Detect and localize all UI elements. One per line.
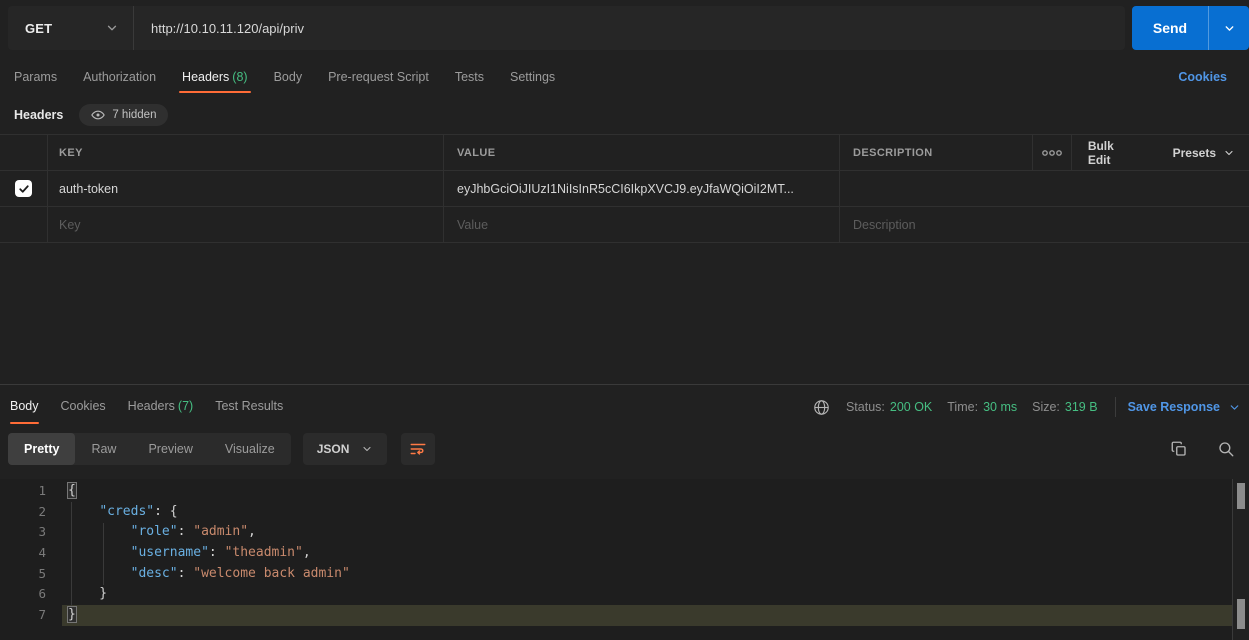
value-placeholder-input[interactable]: Value [457, 218, 488, 232]
select-all-cell [0, 135, 48, 170]
wrap-lines-button[interactable] [401, 433, 435, 465]
response-tab-cookies[interactable]: Cookies [61, 390, 106, 424]
line-number: 3 [0, 522, 46, 543]
headers-section-title: Headers [14, 108, 63, 122]
response-tab-headers[interactable]: Headers(7) [128, 390, 194, 424]
postman-window: GET http://10.10.11.120/api/priv Send Pa… [0, 0, 1249, 640]
method-label: GET [25, 21, 52, 36]
view-tab-preview[interactable]: Preview [132, 433, 208, 465]
column-header-key: KEY [59, 147, 83, 159]
header-row-empty: Key Value Description [0, 207, 1249, 243]
eye-icon [91, 108, 105, 122]
scrollbar-thumb[interactable] [1237, 599, 1245, 629]
column-header-description: DESCRIPTION [853, 147, 933, 159]
row-checkbox-checked[interactable] [15, 180, 32, 197]
line-number: 6 [0, 584, 46, 605]
code-line-2: 2 "creds": { [0, 502, 1233, 523]
response-body-editor[interactable]: 1{2 "creds": {3 "role": "admin",4 "usern… [0, 479, 1233, 640]
request-tab-params[interactable]: Params [14, 62, 57, 93]
line-number: 4 [0, 543, 46, 564]
url-input[interactable]: http://10.10.11.120/api/priv [134, 6, 1125, 50]
chevron-down-icon [361, 443, 373, 455]
scrollbar[interactable] [1232, 479, 1249, 640]
network-globe-icon[interactable] [813, 399, 830, 416]
code-line-6: 6 } [0, 584, 1233, 605]
text-wrap-icon [409, 440, 427, 458]
search-icon[interactable] [1217, 440, 1235, 458]
scrollbar-thumb[interactable] [1237, 483, 1245, 509]
view-tab-visualize[interactable]: Visualize [209, 433, 291, 465]
bulk-edit-button[interactable]: Bulk Edit [1072, 135, 1151, 170]
send-button-group: Send [1132, 6, 1249, 50]
request-tab-body[interactable]: Body [274, 62, 303, 93]
chevron-down-icon [1223, 147, 1235, 159]
time-label: Time: [947, 400, 978, 414]
send-options-button[interactable] [1209, 6, 1249, 50]
response-tab-body[interactable]: Body [10, 390, 39, 424]
response-view-switcher: PrettyRawPreviewVisualize [8, 433, 291, 465]
response-toolbar: PrettyRawPreviewVisualize JSON [8, 433, 1235, 465]
size-label: Size: [1032, 400, 1060, 414]
request-tab-headers[interactable]: Headers(8) [182, 62, 248, 93]
response-tabs: Body Cookies Headers(7) Test Results [0, 390, 283, 424]
size-value: 319 B [1065, 400, 1098, 414]
view-tab-pretty[interactable]: Pretty [8, 433, 75, 465]
meta-divider [1115, 397, 1116, 417]
line-number: 7 [0, 605, 46, 626]
format-label: JSON [317, 442, 350, 456]
send-button[interactable]: Send [1132, 6, 1208, 50]
indent-guide [71, 502, 72, 606]
response-meta-bar: Status: 200 OK Time: 30 ms Size: 319 B S… [813, 390, 1241, 424]
request-tab-authorization[interactable]: Authorization [83, 62, 156, 93]
response-panel: Body Cookies Headers(7) Test Results Status… [0, 384, 1249, 640]
chevron-down-icon [1223, 22, 1236, 35]
view-tab-raw[interactable]: Raw [75, 433, 132, 465]
presets-label: Presets [1173, 146, 1216, 160]
request-tabs: Params Authorization Headers(8) Body Pre-req… [0, 62, 1249, 93]
presets-dropdown[interactable]: Presets [1159, 135, 1249, 170]
chevron-down-icon [105, 21, 119, 35]
code-line-5: 5 "desc": "welcome back admin" [0, 564, 1233, 585]
request-tab-tests[interactable]: Tests [455, 62, 484, 93]
save-response-label: Save Response [1128, 400, 1220, 414]
line-number: 1 [0, 481, 46, 502]
code-line-7: 7} [0, 605, 1233, 626]
chevron-down-icon [1228, 401, 1241, 414]
headers-table: KEY VALUE DESCRIPTION Bulk Edit Presets [0, 134, 1249, 243]
code-line-1: 1{ [0, 481, 1233, 502]
cookies-link[interactable]: Cookies [1178, 62, 1227, 92]
time-value: 30 ms [983, 400, 1017, 414]
copy-icon[interactable] [1170, 440, 1188, 458]
method-selector[interactable]: GET [8, 6, 134, 50]
format-dropdown[interactable]: JSON [303, 433, 388, 465]
code-line-3: 3 "role": "admin", [0, 522, 1233, 543]
table-controls: Bulk Edit Presets [1033, 135, 1249, 170]
more-options-icon[interactable] [1033, 135, 1072, 170]
response-actions [1170, 440, 1235, 458]
request-tab-pre-request-script[interactable]: Pre-request Script [328, 62, 429, 93]
headers-table-header: KEY VALUE DESCRIPTION Bulk Edit Presets [0, 134, 1249, 171]
line-number: 5 [0, 564, 46, 585]
hidden-headers-count: 7 hidden [112, 109, 156, 121]
key-placeholder-input[interactable]: Key [59, 218, 81, 232]
save-response-dropdown[interactable]: Save Response [1128, 400, 1241, 414]
request-url-bar: GET http://10.10.11.120/api/priv [8, 6, 1125, 50]
indent-guide [103, 523, 104, 585]
request-tab-settings[interactable]: Settings [510, 62, 555, 93]
description-placeholder-input[interactable]: Description [853, 218, 916, 232]
header-key-cell[interactable]: auth-token [59, 182, 118, 196]
hidden-headers-toggle[interactable]: 7 hidden [79, 104, 168, 126]
column-header-value: VALUE [457, 147, 495, 159]
headers-section-header: Headers 7 hidden [14, 103, 168, 127]
header-value-cell[interactable]: eyJhbGciOiJIUzI1NiIsInR5cCI6IkpXVCJ9.eyJ… [457, 182, 794, 196]
status-value: 200 OK [890, 400, 932, 414]
line-number: 2 [0, 502, 46, 523]
code-line-4: 4 "username": "theadmin", [0, 543, 1233, 564]
status-label: Status: [846, 400, 885, 414]
response-tab-test-results[interactable]: Test Results [215, 390, 283, 424]
header-row-auth-token: auth-token eyJhbGciOiJIUzI1NiIsInR5cCI6I… [0, 171, 1249, 207]
